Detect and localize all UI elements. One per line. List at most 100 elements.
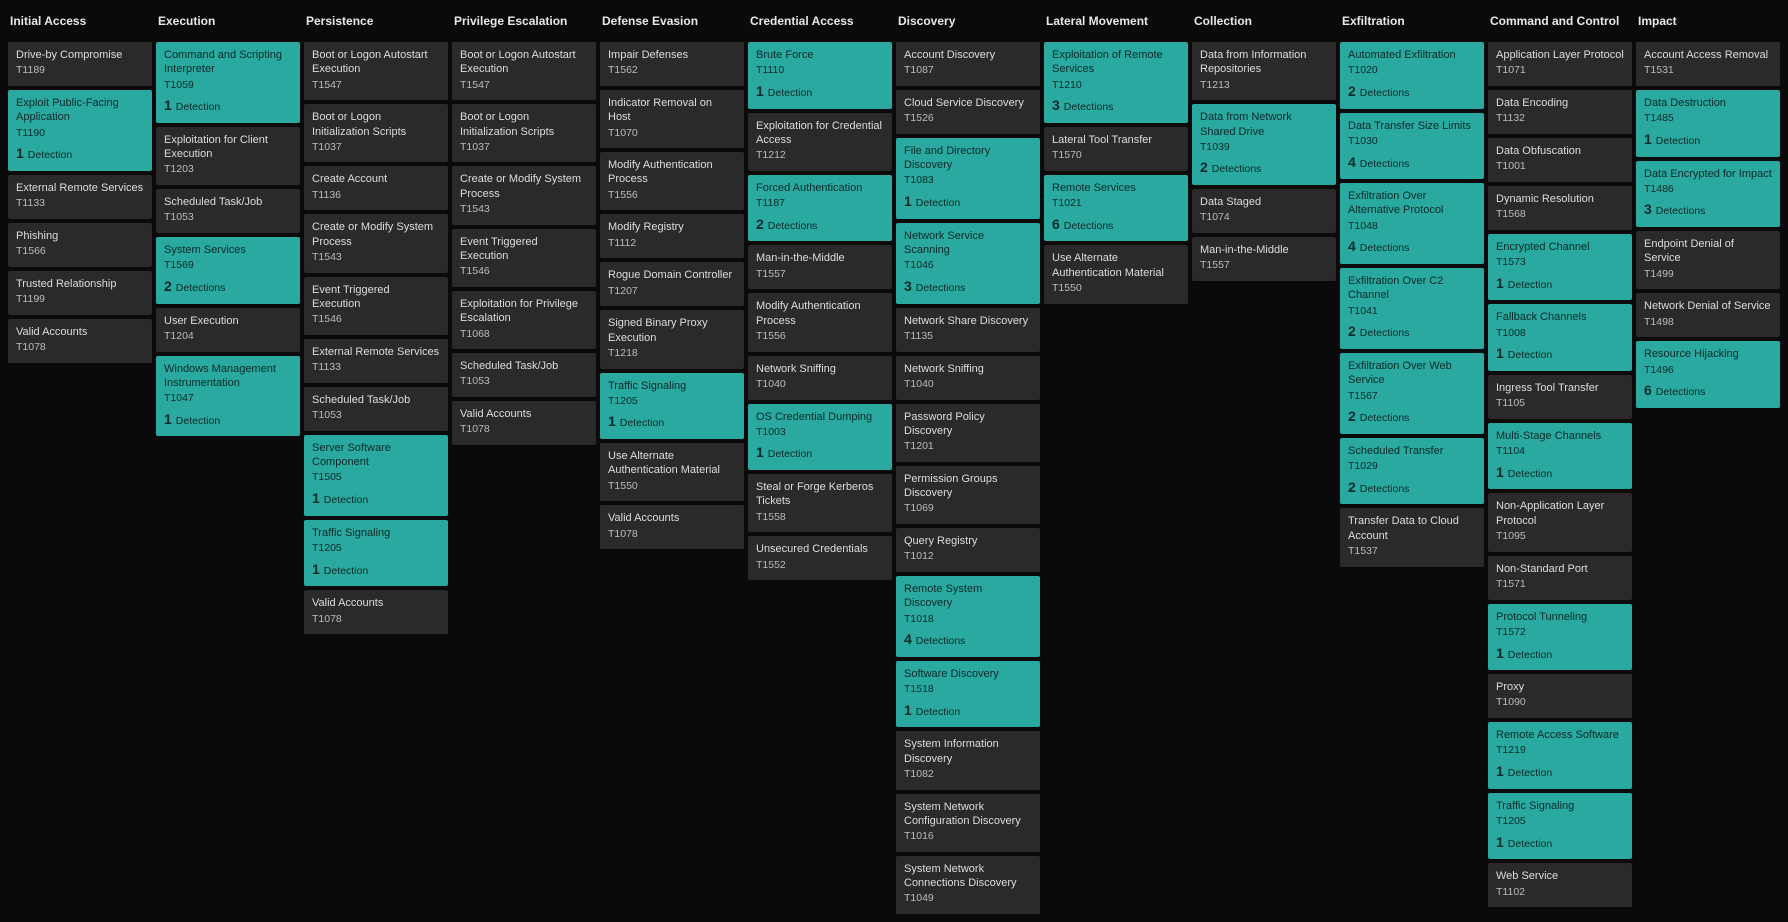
technique-card[interactable]: Create or Modify System ProcessT1543 [304, 214, 448, 272]
technique-card[interactable]: Lateral Tool TransferT1570 [1044, 127, 1188, 171]
technique-card[interactable]: Boot or Logon Initialization ScriptsT103… [452, 104, 596, 162]
technique-card[interactable]: Ingress Tool TransferT1105 [1488, 375, 1632, 419]
technique-card[interactable]: Scheduled Task/JobT1053 [304, 387, 448, 431]
technique-card[interactable]: Modify RegistryT1112 [600, 214, 744, 258]
technique-card[interactable]: Account Access RemovalT1531 [1636, 42, 1780, 86]
technique-card[interactable]: Steal or Forge Kerberos TicketsT1558 [748, 474, 892, 532]
technique-card[interactable]: Exploitation for Privilege EscalationT10… [452, 291, 596, 349]
technique-card[interactable]: Data ObfuscationT1001 [1488, 138, 1632, 182]
technique-card[interactable]: Use Alternate Authentication MaterialT15… [600, 443, 744, 501]
technique-card[interactable]: Data from Information RepositoriesT1213 [1192, 42, 1336, 100]
technique-card[interactable]: Windows Management InstrumentationT10471… [156, 356, 300, 437]
technique-card[interactable]: Data from Network Shared DriveT10392Dete… [1192, 104, 1336, 185]
technique-card[interactable]: Data Transfer Size LimitsT10304Detection… [1340, 113, 1484, 180]
technique-card[interactable]: Signed Binary Proxy ExecutionT1218 [600, 310, 744, 368]
technique-card[interactable]: Non-Application Layer ProtocolT1095 [1488, 493, 1632, 551]
technique-card[interactable]: OS Credential DumpingT10031Detection [748, 404, 892, 471]
technique-card[interactable]: Modify Authentication ProcessT1556 [600, 152, 744, 210]
technique-card[interactable]: Indicator Removal on HostT1070 [600, 90, 744, 148]
technique-card[interactable]: Non-Standard PortT1571 [1488, 556, 1632, 600]
technique-card[interactable]: Valid AccountsT1078 [452, 401, 596, 445]
technique-card[interactable]: Create AccountT1136 [304, 166, 448, 210]
technique-card[interactable]: Rogue Domain ControllerT1207 [600, 262, 744, 306]
technique-card[interactable]: Transfer Data to Cloud AccountT1537 [1340, 508, 1484, 566]
technique-card[interactable]: Valid AccountsT1078 [304, 590, 448, 634]
technique-card[interactable]: Data Encrypted for ImpactT14863Detection… [1636, 161, 1780, 228]
technique-card[interactable]: External Remote ServicesT1133 [304, 339, 448, 383]
technique-card[interactable]: Boot or Logon Initialization ScriptsT103… [304, 104, 448, 162]
technique-card[interactable]: Exploit Public-Facing ApplicationT11901D… [8, 90, 152, 171]
technique-card[interactable]: Traffic SignalingT12051Detection [600, 373, 744, 440]
technique-card[interactable]: Software DiscoveryT15181Detection [896, 661, 1040, 728]
tactic-header[interactable]: Privilege Escalation [452, 8, 596, 38]
technique-card[interactable]: System Information DiscoveryT1082 [896, 731, 1040, 789]
tactic-header[interactable]: Defense Evasion [600, 8, 744, 38]
technique-card[interactable]: File and Directory DiscoveryT10831Detect… [896, 138, 1040, 219]
technique-card[interactable]: Drive-by CompromiseT1189 [8, 42, 152, 86]
technique-card[interactable]: External Remote ServicesT1133 [8, 175, 152, 219]
tactic-header[interactable]: Impact [1636, 8, 1780, 38]
technique-card[interactable]: User ExecutionT1204 [156, 308, 300, 352]
technique-card[interactable]: Automated ExfiltrationT10202Detections [1340, 42, 1484, 109]
technique-card[interactable]: Exfiltration Over C2 ChannelT10412Detect… [1340, 268, 1484, 349]
technique-card[interactable]: Valid AccountsT1078 [8, 319, 152, 363]
technique-card[interactable]: Application Layer ProtocolT1071 [1488, 42, 1632, 86]
technique-card[interactable]: Forced AuthenticationT11872Detections [748, 175, 892, 242]
technique-card[interactable]: Server Software ComponentT15051Detection [304, 435, 448, 516]
technique-card[interactable]: Permission Groups DiscoveryT1069 [896, 466, 1040, 524]
technique-card[interactable]: Boot or Logon Autostart ExecutionT1547 [452, 42, 596, 100]
technique-card[interactable]: Remote ServicesT10216Detections [1044, 175, 1188, 242]
technique-card[interactable]: Man-in-the-MiddleT1557 [1192, 237, 1336, 281]
technique-card[interactable]: Query RegistryT1012 [896, 528, 1040, 572]
technique-card[interactable]: Network Share DiscoveryT1135 [896, 308, 1040, 352]
technique-card[interactable]: Exploitation of Remote ServicesT12103Det… [1044, 42, 1188, 123]
tactic-header[interactable]: Initial Access [8, 8, 152, 38]
technique-card[interactable]: Event Triggered ExecutionT1546 [452, 229, 596, 287]
technique-card[interactable]: Valid AccountsT1078 [600, 505, 744, 549]
technique-card[interactable]: Scheduled Task/JobT1053 [156, 189, 300, 233]
technique-card[interactable]: Man-in-the-MiddleT1557 [748, 245, 892, 289]
technique-card[interactable]: Network Denial of ServiceT1498 [1636, 293, 1780, 337]
technique-card[interactable]: Network Service ScanningT10463Detections [896, 223, 1040, 304]
technique-card[interactable]: Endpoint Denial of ServiceT1499 [1636, 231, 1780, 289]
technique-card[interactable]: Unsecured CredentialsT1552 [748, 536, 892, 580]
technique-card[interactable]: Fallback ChannelsT10081Detection [1488, 304, 1632, 371]
technique-card[interactable]: PhishingT1566 [8, 223, 152, 267]
technique-card[interactable]: Password Policy DiscoveryT1201 [896, 404, 1040, 462]
technique-card[interactable]: Brute ForceT11101Detection [748, 42, 892, 109]
technique-card[interactable]: Trusted RelationshipT1199 [8, 271, 152, 315]
tactic-header[interactable]: Discovery [896, 8, 1040, 38]
technique-card[interactable]: Data StagedT1074 [1192, 189, 1336, 233]
technique-card[interactable]: Scheduled TransferT10292Detections [1340, 438, 1484, 505]
technique-card[interactable]: Event Triggered ExecutionT1546 [304, 277, 448, 335]
technique-card[interactable]: Web ServiceT1102 [1488, 863, 1632, 907]
technique-card[interactable]: Use Alternate Authentication MaterialT15… [1044, 245, 1188, 303]
technique-card[interactable]: Create or Modify System ProcessT1543 [452, 166, 596, 224]
technique-card[interactable]: Network SniffingT1040 [748, 356, 892, 400]
technique-card[interactable]: Protocol TunnelingT15721Detection [1488, 604, 1632, 671]
technique-card[interactable]: System ServicesT15692Detections [156, 237, 300, 304]
technique-card[interactable]: Remote System DiscoveryT10184Detections [896, 576, 1040, 657]
technique-card[interactable]: Boot or Logon Autostart ExecutionT1547 [304, 42, 448, 100]
technique-card[interactable]: Resource HijackingT14966Detections [1636, 341, 1780, 408]
technique-card[interactable]: System Network Connections DiscoveryT104… [896, 856, 1040, 914]
technique-card[interactable]: System Network Configuration DiscoveryT1… [896, 794, 1040, 852]
technique-card[interactable]: Traffic SignalingT12051Detection [304, 520, 448, 587]
technique-card[interactable]: Exfiltration Over Alternative ProtocolT1… [1340, 183, 1484, 264]
tactic-header[interactable]: Exfiltration [1340, 8, 1484, 38]
technique-card[interactable]: Traffic SignalingT12051Detection [1488, 793, 1632, 860]
tactic-header[interactable]: Command and Control [1488, 8, 1632, 38]
technique-card[interactable]: Data DestructionT14851Detection [1636, 90, 1780, 157]
tactic-header[interactable]: Collection [1192, 8, 1336, 38]
technique-card[interactable]: Impair DefensesT1562 [600, 42, 744, 86]
technique-card[interactable]: Account DiscoveryT1087 [896, 42, 1040, 86]
technique-card[interactable]: Encrypted ChannelT15731Detection [1488, 234, 1632, 301]
technique-card[interactable]: Exploitation for Credential AccessT1212 [748, 113, 892, 171]
technique-card[interactable]: Data EncodingT1132 [1488, 90, 1632, 134]
technique-card[interactable]: Dynamic ResolutionT1568 [1488, 186, 1632, 230]
tactic-header[interactable]: Lateral Movement [1044, 8, 1188, 38]
technique-card[interactable]: Remote Access SoftwareT12191Detection [1488, 722, 1632, 789]
technique-card[interactable]: Modify Authentication ProcessT1556 [748, 293, 892, 351]
technique-card[interactable]: Network SniffingT1040 [896, 356, 1040, 400]
technique-card[interactable]: Multi-Stage ChannelsT11041Detection [1488, 423, 1632, 490]
